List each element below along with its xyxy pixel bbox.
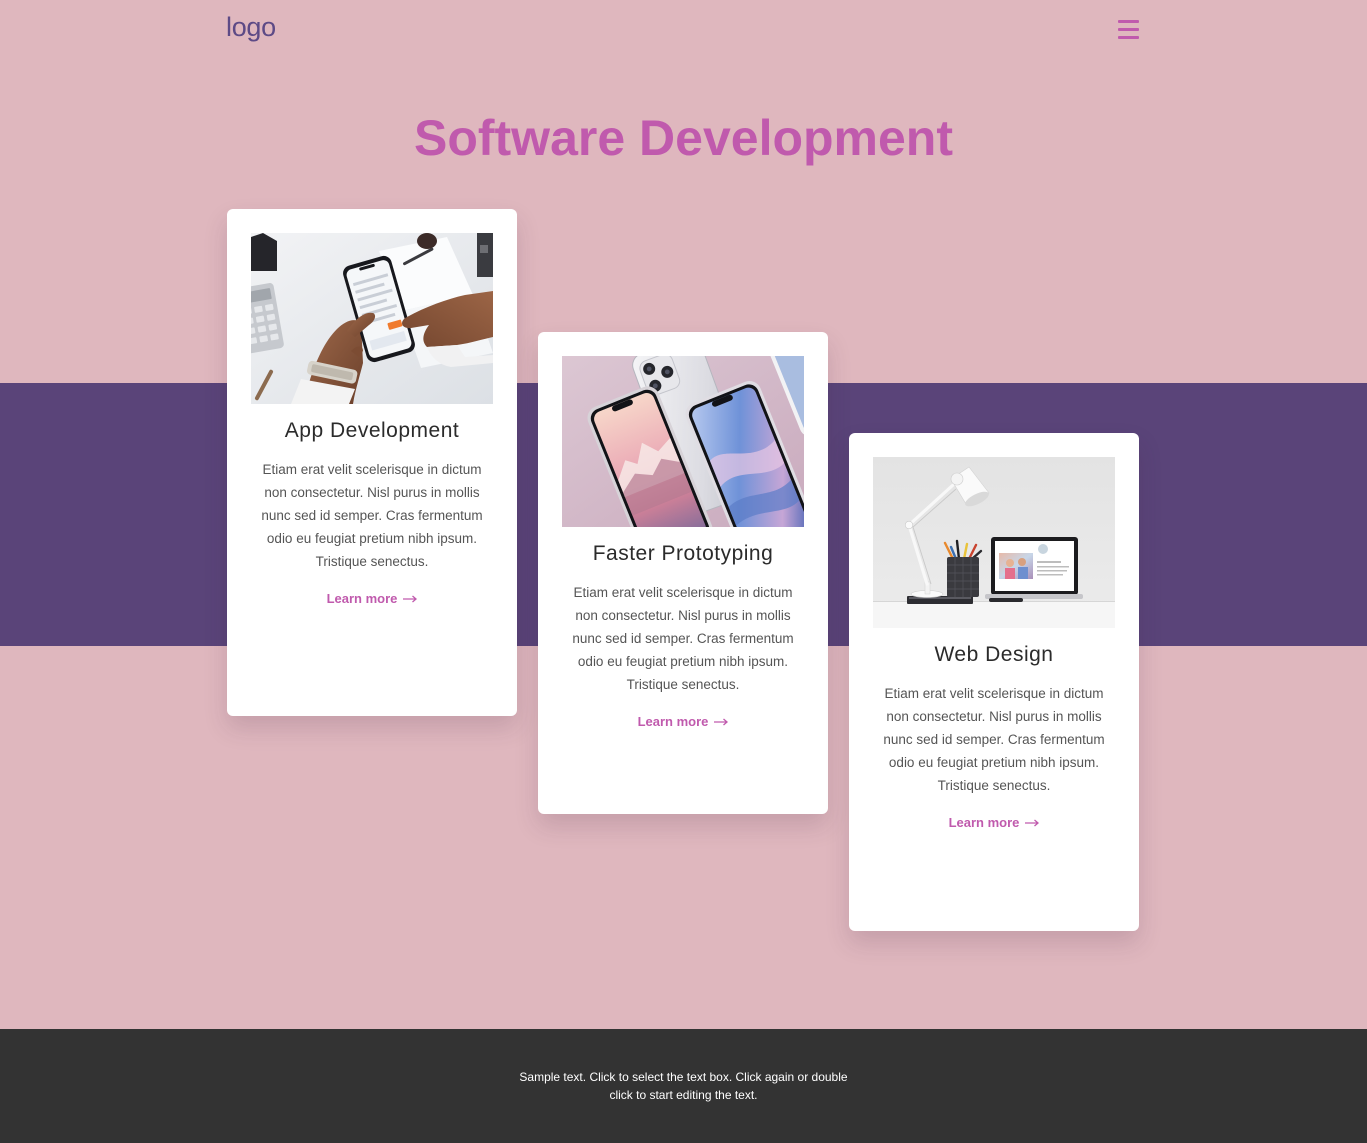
card-description: Etiam erat velit scelerisque in dictum n…	[261, 462, 483, 569]
faster-prototyping-image	[562, 356, 804, 527]
learn-more-row: Learn more	[251, 589, 493, 609]
logo[interactable]: logo	[226, 11, 276, 43]
app-development-image	[251, 233, 493, 404]
menu-bar	[1118, 28, 1139, 31]
service-card: Web Design Etiam erat velit scelerisque …	[849, 433, 1139, 931]
card-title: Web Design	[934, 643, 1054, 666]
learn-more-label: Learn more	[326, 591, 398, 606]
learn-more-row: Learn more	[873, 813, 1115, 833]
menu-bar	[1118, 20, 1139, 23]
card-title: App Development	[284, 419, 460, 442]
site-header: logo	[0, 0, 1367, 60]
menu-bar	[1118, 36, 1139, 39]
learn-more-link[interactable]: Learn more	[327, 589, 418, 609]
arrow-right-icon	[1025, 819, 1040, 827]
card-description: Etiam erat velit scelerisque in dictum n…	[883, 686, 1105, 793]
card-title: Faster Prototyping	[592, 542, 774, 565]
service-card: App Development Etiam erat velit sceleri…	[227, 209, 517, 716]
card-description: Etiam erat velit scelerisque in dictum n…	[572, 585, 794, 692]
learn-more-link[interactable]: Learn more	[949, 813, 1040, 833]
page-title: Software Development	[413, 110, 953, 166]
page: logo Software Development App Developmen…	[0, 0, 1367, 1143]
footer-text[interactable]: Sample text. Click to select the text bo…	[511, 1068, 856, 1104]
site-footer: Sample text. Click to select the text bo…	[0, 1029, 1367, 1143]
learn-more-label: Learn more	[637, 714, 709, 729]
arrow-right-icon	[714, 718, 729, 726]
learn-more-label: Learn more	[948, 815, 1020, 830]
arrow-right-icon	[403, 595, 418, 603]
hamburger-menu-icon[interactable]	[1118, 20, 1140, 40]
learn-more-row: Learn more	[562, 712, 804, 732]
learn-more-link[interactable]: Learn more	[638, 712, 729, 732]
service-card: Faster Prototyping Etiam erat velit scel…	[538, 332, 828, 814]
web-design-image	[873, 457, 1115, 628]
